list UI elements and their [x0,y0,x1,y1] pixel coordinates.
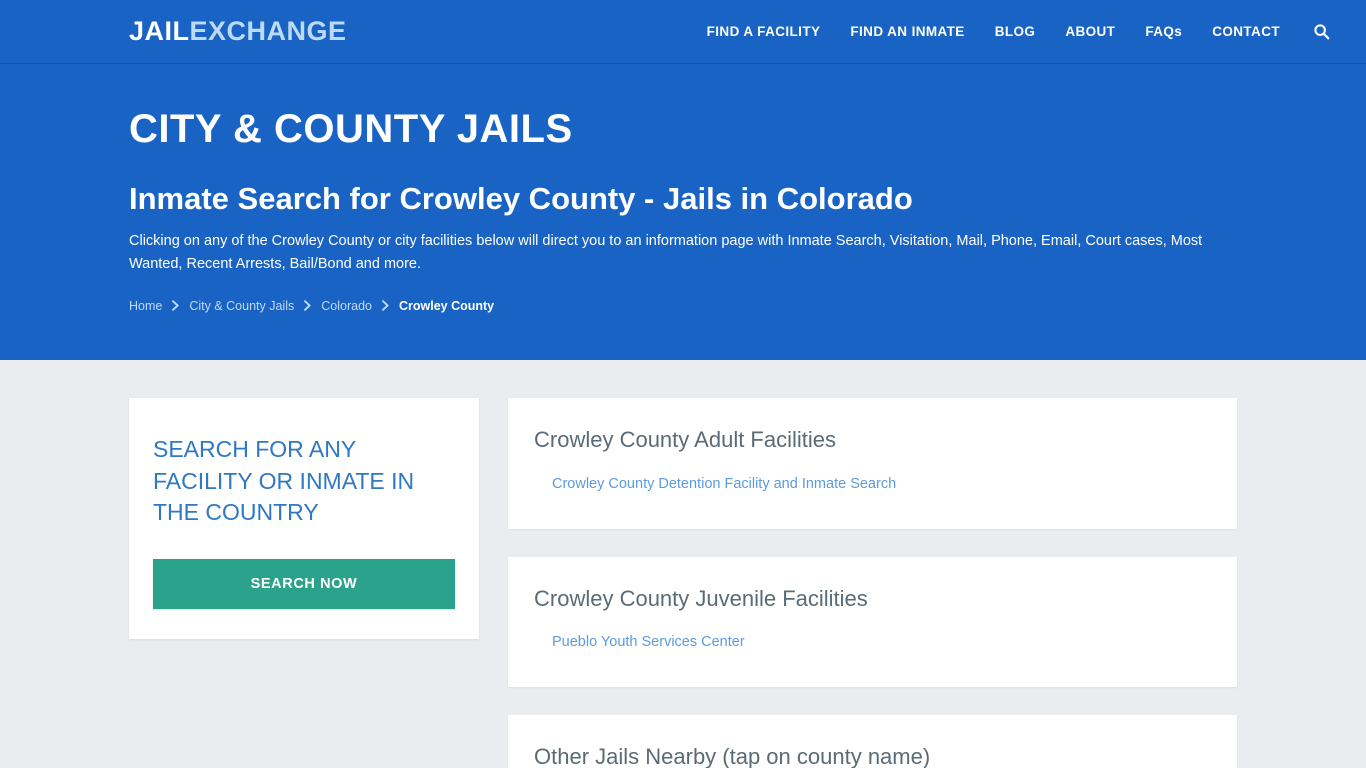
juvenile-facilities-card: Crowley County Juvenile Facilities Puebl… [508,556,1237,688]
logo-text-secondary: EXCHANGE [189,16,347,46]
list-item: Pueblo Youth Services Center [534,633,1211,651]
adult-facilities-card: Crowley County Adult Facilities Crowley … [508,398,1237,529]
list-item: Crowley County Detention Facility and In… [534,475,1211,493]
nav-item-contact[interactable]: CONTACT [1197,0,1295,64]
nav-item-blog[interactable]: BLOG [980,0,1051,64]
search-now-button[interactable]: SEARCH NOW [153,559,455,610]
chevron-right-icon [294,300,321,311]
breadcrumb-item-current: Crowley County [398,298,495,313]
logo-text-primary: JAIL [129,16,190,46]
juvenile-facilities-title: Crowley County Juvenile Facilities [534,585,868,611]
adult-facilities-list: Crowley County Detention Facility and In… [534,475,1211,493]
nearby-jails-title: Other Jails Nearby (tap on county name) [534,744,931,768]
facilities-column: Crowley County Adult Facilities Crowley … [508,398,1237,768]
nav-item-find-a-facility[interactable]: FIND A FACILITY [692,0,836,64]
site-logo[interactable]: JAILEXCHANGE [129,18,347,45]
nav-item-about[interactable]: ABOUT [1050,0,1130,64]
chevron-right-icon [372,300,399,311]
page-description: Clicking on any of the Crowley County or… [129,233,1203,273]
breadcrumb-item-colorado[interactable]: Colorado [321,299,372,313]
breadcrumb: Home City & County Jails Colorado Crowle… [129,299,1237,313]
breadcrumb-item-city-county-jails[interactable]: City & County Jails [189,299,294,313]
nav-item-find-an-inmate[interactable]: FIND AN INMATE [835,0,979,64]
nearby-jails-card: Other Jails Nearby (tap on county name) [508,715,1237,768]
page-title: CITY & COUNTY JAILS [129,107,573,151]
adult-facilities-title: Crowley County Adult Facilities [534,427,837,452]
hero-banner: CITY & COUNTY JAILS Inmate Search for Cr… [0,64,1366,360]
main-navigation: FIND A FACILITY FIND AN INMATE BLOG ABOU… [692,0,1336,64]
facility-link-detention[interactable]: Crowley County Detention Facility and In… [534,476,896,492]
search-icon[interactable] [1295,23,1336,40]
chevron-right-icon [162,300,189,311]
main-content: SEARCH FOR ANY FACILITY OR INMATE IN THE… [0,360,1366,768]
search-facility-card: SEARCH FOR ANY FACILITY OR INMATE IN THE… [129,398,479,640]
site-header: JAILEXCHANGE FIND A FACILITY FIND AN INM… [0,0,1366,64]
breadcrumb-item-home[interactable]: Home [129,299,162,313]
facility-link-pueblo-youth[interactable]: Pueblo Youth Services Center [534,634,745,650]
nav-item-faqs[interactable]: FAQs [1130,0,1197,64]
sidebar-column: SEARCH FOR ANY FACILITY OR INMATE IN THE… [129,398,479,640]
page-subtitle: Inmate Search for Crowley County - Jails… [129,181,913,216]
juvenile-facilities-list: Pueblo Youth Services Center [534,633,1211,651]
search-card-title: SEARCH FOR ANY FACILITY OR INMATE IN THE… [153,436,415,526]
